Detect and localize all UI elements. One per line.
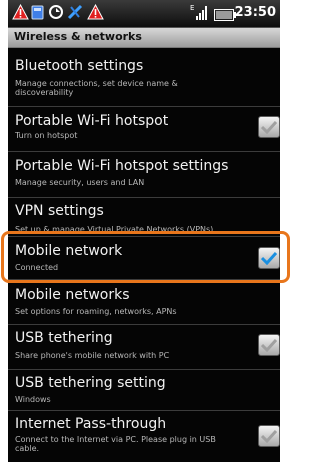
- check-icon: [261, 429, 277, 443]
- setting-subtitle: Windows: [15, 395, 51, 404]
- setting-title: USB tethering: [15, 330, 113, 346]
- section-title: Wireless & networks: [14, 30, 142, 43]
- setting-subtitle: Share phone's mobile network with PC: [15, 351, 170, 360]
- setting-subtitle: Manage security, users and LAN: [15, 178, 145, 187]
- setting-subtitle: Set options for roaming, networks, APNs: [15, 307, 177, 316]
- wifi-hotspot-checkbox[interactable]: [258, 116, 280, 138]
- clock: 23:50: [234, 5, 276, 20]
- setting-title: Portable Wi-Fi hotspot: [15, 113, 169, 129]
- usb-tethering-checkbox[interactable]: [258, 334, 280, 356]
- setting-usb-tethering-setting[interactable]: USB tethering setting Windows: [8, 370, 280, 411]
- setting-subtitle: Turn on hotspot: [15, 131, 78, 140]
- music-icon: [66, 4, 84, 24]
- setting-usb-tethering[interactable]: USB tethering Share phone's mobile netwo…: [8, 325, 280, 370]
- svg-text:E: E: [190, 4, 194, 12]
- warning-icon: [87, 3, 104, 24]
- sync-icon: [48, 4, 64, 24]
- internet-pass-through-checkbox[interactable]: [258, 425, 280, 447]
- setting-internet-pass-through[interactable]: Internet Pass-through Connect to the Int…: [8, 411, 280, 462]
- setting-subtitle: Manage connections, set device name & di…: [15, 79, 178, 97]
- setting-title: Internet Pass-through: [15, 416, 167, 432]
- battery-icon: [214, 6, 236, 25]
- signal-icon: E: [190, 3, 210, 25]
- setting-wifi-hotspot-settings[interactable]: Portable Wi-Fi hotspot settings Manage s…: [8, 152, 280, 198]
- setting-title: Portable Wi-Fi hotspot settings: [15, 158, 229, 174]
- section-header: Wireless & networks: [8, 28, 280, 48]
- warning-icon: [12, 3, 29, 24]
- setting-subtitle: Connect to the Internet via PC. Please p…: [15, 435, 216, 453]
- highlight-frame: [1, 231, 290, 283]
- sd-card-icon: [31, 4, 44, 24]
- status-bar: E 23:50: [8, 0, 280, 28]
- setting-title: Bluetooth settings: [15, 58, 144, 74]
- check-icon: [261, 120, 277, 134]
- setting-title: VPN settings: [15, 203, 104, 219]
- setting-wifi-hotspot[interactable]: Portable Wi-Fi hotspot Turn on hotspot: [8, 107, 280, 152]
- check-icon: [261, 338, 277, 352]
- setting-bluetooth[interactable]: Bluetooth settings Manage connections, s…: [8, 48, 280, 107]
- setting-title: Mobile networks: [15, 287, 130, 303]
- setting-mobile-networks[interactable]: Mobile networks Set options for roaming,…: [8, 280, 280, 325]
- setting-title: USB tethering setting: [15, 375, 166, 391]
